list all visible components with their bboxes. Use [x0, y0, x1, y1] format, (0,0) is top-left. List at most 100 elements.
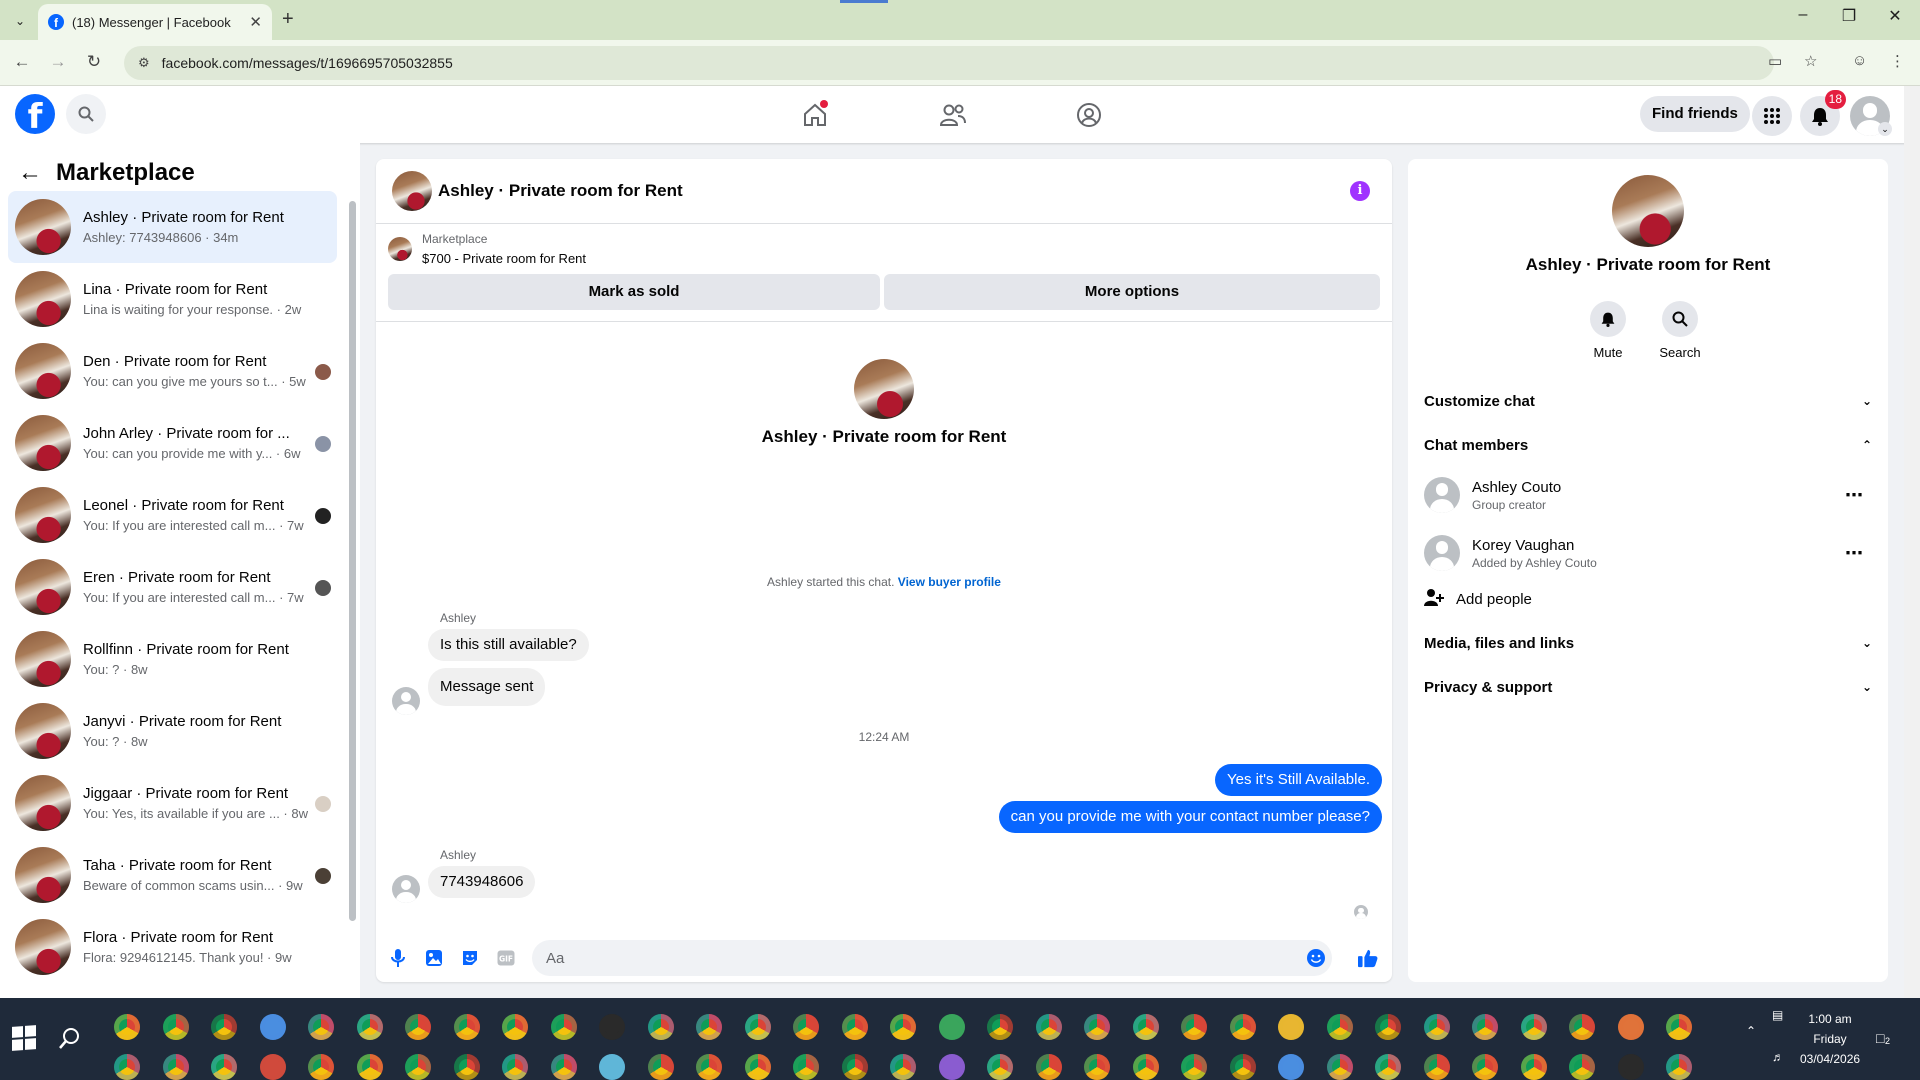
chat-avatar[interactable] [392, 171, 432, 211]
taskbar-app-icon[interactable] [1278, 1054, 1304, 1080]
notifications-bell-icon[interactable]: 18 [1800, 90, 1846, 136]
menu-grid-icon[interactable] [1752, 96, 1792, 136]
groups-icon[interactable] [1074, 100, 1104, 130]
member-options-icon[interactable]: ⋯ [1845, 485, 1864, 506]
taskbar-app-icon[interactable] [1423, 1054, 1450, 1080]
site-info-icon[interactable]: ⚙ [138, 55, 150, 71]
sticker-icon[interactable] [460, 948, 480, 968]
mute-button[interactable]: Mute [1578, 301, 1638, 360]
privacy-support-row[interactable]: Privacy & support ⌄ [1424, 665, 1872, 709]
microphone-icon[interactable] [388, 948, 408, 968]
taskbar-app-icon[interactable] [259, 1054, 286, 1080]
restore-icon[interactable]: ❐ [1826, 6, 1872, 26]
minimize-icon[interactable]: – [1780, 6, 1826, 24]
address-bar[interactable]: ⚙ facebook.com/messages/t/16966957050328… [124, 46, 1774, 80]
taskbar-app-icon[interactable] [1375, 1014, 1401, 1040]
profile-icon[interactable]: ☺ [1852, 52, 1867, 69]
taskbar-app-icon[interactable] [599, 1054, 625, 1080]
taskbar-app-icon[interactable] [1569, 1054, 1595, 1080]
back-icon[interactable]: ← [10, 50, 34, 74]
taskbar-app-icon[interactable] [696, 1054, 722, 1080]
taskbar-app-icon[interactable] [647, 1014, 674, 1040]
sidebar-scroll-thumb[interactable] [349, 201, 356, 921]
taskbar-app-icon[interactable] [1472, 1014, 1498, 1040]
taskbar-app-icon[interactable] [841, 1054, 868, 1080]
conversation-item[interactable]: Rollfinn · Private room for Rent You: ? ·… [8, 623, 337, 695]
member-options-icon[interactable]: ⋯ [1845, 543, 1864, 564]
conversation-item[interactable]: Leonel · Private room for Rent You: If yo… [8, 479, 337, 551]
taskbar-app-icon[interactable] [1229, 1014, 1256, 1040]
media-files-links-row[interactable]: Media, files and links ⌄ [1424, 621, 1872, 665]
taskbar-app-icon[interactable] [405, 1014, 431, 1040]
message-input[interactable] [532, 940, 1332, 976]
emoji-icon[interactable] [1306, 948, 1326, 968]
outgoing-message[interactable]: Yes it's Still Available. [1215, 764, 1382, 796]
taskbar-app-icon[interactable] [356, 1054, 383, 1080]
taskbar-app-icon[interactable] [1617, 1054, 1644, 1080]
taskbar-app-icon[interactable] [1423, 1014, 1450, 1040]
taskbar-app-icon[interactable] [1132, 1014, 1159, 1040]
browser-menu-icon[interactable]: ⋮ [1890, 52, 1905, 70]
taskbar-app-icon[interactable] [1035, 1054, 1062, 1080]
taskbar-app-icon[interactable] [1520, 1054, 1547, 1080]
account-chevron-icon[interactable]: ⌄ [1878, 122, 1892, 136]
taskbar-app-icon[interactable] [211, 1054, 237, 1080]
taskbar-app-icon[interactable] [599, 1014, 625, 1040]
conversation-item[interactable]: Lina · Private room for Rent Lina is wait… [8, 263, 337, 335]
taskbar-app-icon[interactable] [1278, 1014, 1304, 1040]
taskbar-app-icon[interactable] [259, 1014, 286, 1040]
taskbar-app-icon[interactable] [890, 1014, 916, 1040]
member-item[interactable]: Korey Vaughan Added by Ashley Couto ⋯ [1424, 525, 1872, 581]
taskbar-app-icon[interactable] [1326, 1054, 1353, 1080]
taskbar-app-icon[interactable] [890, 1054, 916, 1080]
more-options-button[interactable]: More options [884, 274, 1380, 310]
tab-close-icon[interactable]: ✕ [249, 13, 262, 31]
back-arrow-icon[interactable]: ← [18, 159, 42, 187]
windows-start-icon[interactable] [12, 1025, 36, 1051]
member-item[interactable]: Ashley Couto Group creator ⋯ [1424, 467, 1872, 523]
taskbar-app-icon[interactable] [502, 1054, 528, 1080]
taskbar-app-icon[interactable] [1132, 1054, 1159, 1080]
add-people-row[interactable]: Add people [1424, 577, 1872, 621]
incoming-message[interactable]: Message sent [428, 668, 546, 706]
taskbar-app-icon[interactable] [696, 1014, 722, 1040]
taskbar-app-icon[interactable] [308, 1054, 334, 1080]
chat-title[interactable]: Ashley · Private room for Rent [438, 181, 683, 201]
network-icon[interactable]: ▤ [1772, 1008, 1783, 1022]
taskbar-app-icon[interactable] [550, 1054, 577, 1080]
taskbar-app-icon[interactable] [987, 1014, 1013, 1040]
friends-icon[interactable] [938, 100, 968, 130]
forward-icon[interactable]: → [46, 50, 70, 74]
taskbar-app-icon[interactable] [502, 1014, 528, 1040]
taskbar-app-icon[interactable] [114, 1014, 140, 1040]
new-tab-icon[interactable]: + [282, 8, 294, 31]
conversation-item[interactable]: Ashley · Private room for Rent Ashley: 77… [8, 191, 337, 263]
conversation-item[interactable]: Taha · Private room for Rent Beware of co… [8, 839, 337, 911]
taskbar-app-icon[interactable] [1084, 1054, 1110, 1080]
conversation-item[interactable]: Eren · Private room for Rent You: If you … [8, 551, 337, 623]
incoming-message[interactable]: 7743948606 [428, 866, 536, 898]
tab-search-chevron-icon[interactable]: ⌄ [8, 10, 32, 32]
details-avatar[interactable] [1612, 175, 1684, 247]
incoming-message[interactable]: Is this still available? [428, 629, 589, 661]
mark-as-sold-button[interactable]: Mark as sold [388, 274, 880, 310]
outgoing-message[interactable]: can you provide me with your contact num… [998, 801, 1382, 833]
taskbar-app-icon[interactable] [744, 1054, 771, 1080]
sidebar-scrollbar[interactable] [348, 191, 356, 991]
taskbar-app-icon[interactable] [550, 1014, 577, 1040]
conversation-item[interactable]: John Arley · Private room for ... You: ca… [8, 407, 337, 479]
taskbar-app-icon[interactable] [114, 1054, 140, 1080]
conversation-item[interactable]: Den · Private room for Rent You: can you … [8, 335, 337, 407]
info-icon[interactable]: i [1350, 181, 1370, 201]
taskbar-app-icon[interactable] [1229, 1054, 1256, 1080]
taskbar-app-icon[interactable] [356, 1014, 383, 1040]
photo-icon[interactable] [424, 948, 444, 968]
install-app-icon[interactable]: ▭ [1768, 52, 1782, 70]
taskbar-app-icon[interactable] [1084, 1014, 1110, 1040]
taskbar-app-icon[interactable] [987, 1054, 1013, 1080]
taskbar-app-icon[interactable] [1375, 1054, 1401, 1080]
taskbar-app-icon[interactable] [405, 1054, 431, 1080]
taskbar-app-icon[interactable] [1181, 1014, 1207, 1040]
conversation-item[interactable]: Janyvi · Private room for Rent You: ? · 8… [8, 695, 337, 767]
like-thumb-icon[interactable] [1358, 948, 1378, 968]
